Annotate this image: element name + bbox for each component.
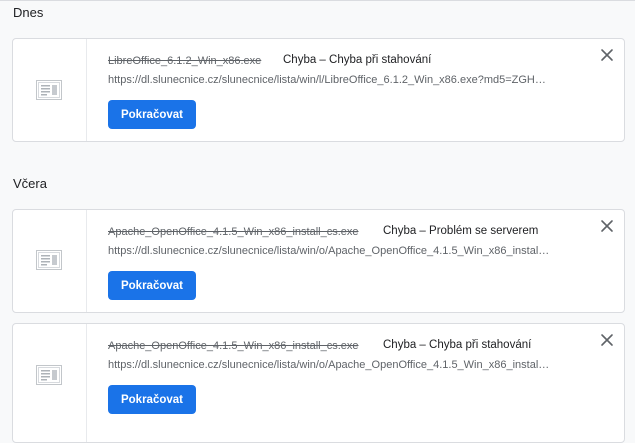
resume-button[interactable]: Pokračovat: [108, 100, 196, 129]
close-icon[interactable]: [600, 333, 614, 347]
download-filename[interactable]: Apache_OpenOffice_4.1.5_Win_x86_install_…: [108, 340, 359, 352]
close-icon[interactable]: [600, 219, 614, 233]
file-icon: [36, 80, 62, 100]
download-url[interactable]: https://dl.slunecnice.cz/slunecnice/list…: [108, 74, 583, 86]
download-status: Chyba – Chyba při stahování: [383, 339, 532, 351]
file-icon: [36, 365, 62, 385]
download-status: Chyba – Chyba při stahování: [283, 54, 432, 66]
download-status: Chyba – Problém se serverem: [383, 225, 539, 237]
resume-button[interactable]: Pokračovat: [108, 385, 196, 414]
section-title-yesterday: Včera: [13, 176, 47, 191]
resume-button[interactable]: Pokračovat: [108, 271, 196, 300]
top-divider: [0, 0, 635, 1]
download-item: Apache_OpenOffice_4.1.5_Win_x86_install_…: [12, 323, 625, 443]
download-url[interactable]: https://dl.slunecnice.cz/slunecnice/list…: [108, 245, 583, 257]
download-filename[interactable]: LibreOffice_6.1.2_Win_x86.exe: [108, 55, 261, 67]
download-thumbnail: [13, 324, 87, 442]
section-title-today: Dnes: [13, 5, 44, 20]
download-filename[interactable]: Apache_OpenOffice_4.1.5_Win_x86_install_…: [108, 226, 359, 238]
download-thumbnail: [13, 210, 87, 312]
download-url[interactable]: https://dl.slunecnice.cz/slunecnice/list…: [108, 359, 583, 371]
download-thumbnail: [13, 39, 87, 141]
file-icon: [36, 250, 62, 270]
download-item: Apache_OpenOffice_4.1.5_Win_x86_install_…: [12, 209, 625, 313]
close-icon[interactable]: [600, 48, 614, 62]
download-item: LibreOffice_6.1.2_Win_x86.exe Chyba – Ch…: [12, 38, 625, 142]
